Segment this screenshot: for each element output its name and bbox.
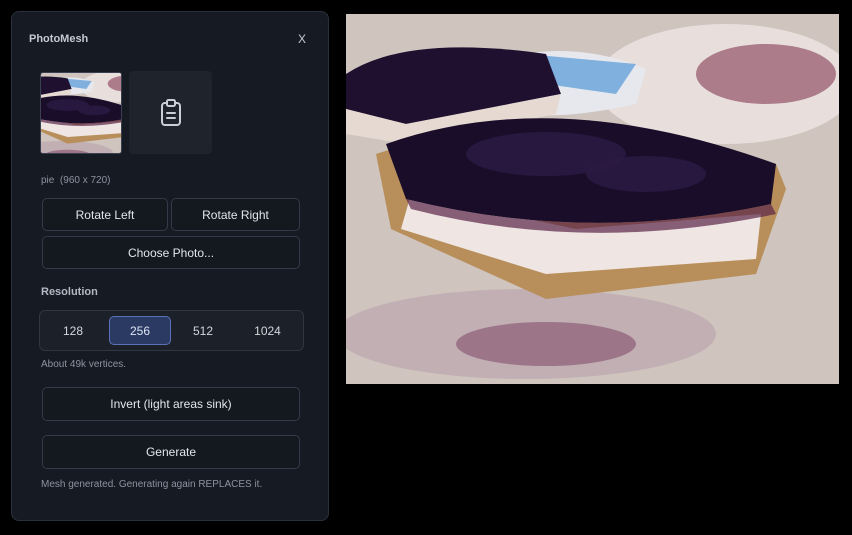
resolution-label: Resolution (41, 286, 98, 298)
paste-from-clipboard-button[interactable] (129, 71, 212, 154)
resolution-selector: 128 256 512 1024 (39, 310, 304, 351)
rotate-left-button[interactable]: Rotate Left (42, 198, 168, 231)
choose-photo-button[interactable]: Choose Photo... (42, 236, 300, 269)
generate-button[interactable]: Generate (42, 435, 300, 469)
file-dimensions: (960 x 720) (59, 175, 111, 186)
status-message: Mesh generated. Generating again REPLACE… (41, 479, 263, 490)
invert-toggle-button[interactable]: Invert (light areas sink) (42, 387, 300, 421)
photo-thumbnail[interactable] (40, 72, 122, 154)
file-info: pie (960 x 720) (41, 175, 111, 186)
resolution-option-1024[interactable]: 1024 (236, 316, 299, 345)
resolution-option-512[interactable]: 512 (173, 316, 233, 345)
file-name: pie (41, 175, 55, 186)
resolution-option-128[interactable]: 128 (43, 316, 103, 345)
rotate-right-button[interactable]: Rotate Right (171, 198, 300, 231)
panel-title: PhotoMesh (29, 33, 89, 45)
close-button[interactable]: X (295, 31, 309, 47)
clipboard-icon (160, 98, 181, 126)
vertex-count-note: About 49k vertices. (41, 359, 127, 370)
resolution-option-256[interactable]: 256 (109, 316, 171, 345)
photo-preview (346, 14, 839, 384)
photomesh-panel: PhotoMesh X pie (960 x 720) Rotate Left … (11, 11, 329, 521)
